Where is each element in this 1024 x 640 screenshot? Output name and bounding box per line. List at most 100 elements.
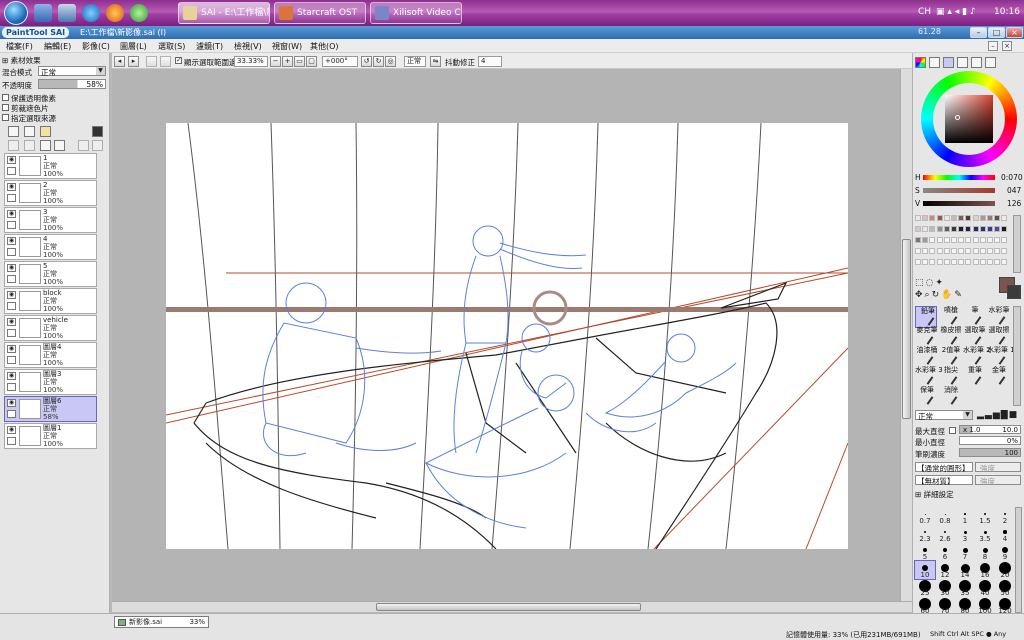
scratchpad-mode-icon[interactable]	[985, 57, 996, 68]
color-swatch[interactable]	[965, 226, 972, 232]
color-swatch[interactable]	[979, 259, 986, 265]
color-swatch[interactable]	[972, 215, 979, 221]
eye-icon[interactable]: ◉	[7, 291, 16, 299]
document-tab[interactable]: 新影像.sai 33%	[114, 616, 209, 628]
brush-size-preset[interactable]: 10	[914, 560, 936, 580]
brush-size-preset[interactable]: 4	[995, 525, 1015, 543]
brush-size-preset[interactable]: 3.5	[975, 525, 995, 543]
color-swatch[interactable]	[1001, 237, 1008, 243]
rotate-tool-icon[interactable]: ↻	[932, 290, 942, 300]
task-sai[interactable]: SAI - E:\工作檔\新...	[178, 2, 270, 24]
color-swatch[interactable]	[994, 226, 1001, 232]
tool-button[interactable]: 水彩筆	[987, 306, 1010, 328]
tool-button[interactable]: 保筆	[915, 386, 937, 408]
brush-size-preset[interactable]: 6	[935, 543, 955, 561]
rotate-reset-button[interactable]: ◎	[385, 56, 396, 67]
color-swatch[interactable]	[958, 248, 965, 254]
tool-button[interactable]: 金筆	[987, 366, 1009, 388]
tool-button[interactable]: 消除	[939, 386, 961, 408]
color-swatch[interactable]	[915, 237, 921, 243]
mixer-mode-icon[interactable]	[957, 57, 968, 68]
color-swatch[interactable]	[943, 215, 950, 221]
color-swatch[interactable]	[958, 237, 965, 243]
tool-button[interactable]: 水彩筆 2	[963, 346, 991, 368]
view-mode-select[interactable]: 正常	[404, 56, 426, 67]
color-swatch[interactable]	[929, 226, 936, 232]
color-swatch[interactable]	[979, 237, 986, 243]
swatch-scrollbar[interactable]	[1013, 215, 1021, 273]
tool-button[interactable]: 選取筆	[963, 326, 986, 348]
layer-item[interactable]: ◉ block 正常 100%	[4, 288, 97, 314]
stabilizer-select[interactable]: 4	[478, 56, 502, 67]
layer-panel-toggle-icon[interactable]	[92, 126, 103, 137]
color-wheel-mode-icon[interactable]	[915, 57, 926, 68]
color-swatch[interactable]	[951, 215, 957, 221]
new-folder-icon[interactable]	[40, 126, 51, 137]
transfer-down-icon[interactable]	[8, 140, 19, 151]
color-swatch[interactable]	[972, 237, 979, 243]
blend-mode-select[interactable]: 正常 ▼	[38, 66, 106, 77]
brush-size-preset[interactable]: 7	[955, 543, 975, 561]
color-swatch[interactable]	[915, 259, 921, 265]
tool-button[interactable]: 麥克筆	[915, 326, 938, 348]
color-swatch[interactable]	[994, 215, 1001, 221]
clock[interactable]: 10:16	[994, 7, 1020, 17]
tool-button[interactable]: 2值筆	[939, 346, 961, 368]
layer-item[interactable]: ◉ 圖層1 正常 100%	[4, 423, 97, 449]
tool-scrollbar[interactable]	[1013, 306, 1021, 406]
color-swatch[interactable]	[972, 226, 979, 232]
brush-size-preset[interactable]: 1.5	[975, 507, 995, 525]
color-swatch[interactable]	[965, 259, 972, 265]
tool-button[interactable]: 噴槍	[939, 306, 961, 328]
undo-button[interactable]: ◂	[114, 56, 125, 67]
show-selection-checkbox[interactable]: ✓	[175, 57, 182, 64]
eye-icon[interactable]: ◉	[7, 399, 16, 407]
color-swatch[interactable]	[915, 215, 921, 221]
color-swatch[interactable]	[972, 259, 979, 265]
color-swatch[interactable]	[929, 259, 936, 265]
eye-icon[interactable]: ◉	[7, 210, 16, 218]
layer-item[interactable]: ◉ 2 正常 100%	[4, 180, 97, 206]
color-swatch[interactable]	[979, 248, 986, 254]
color-swatch[interactable]	[951, 259, 957, 265]
eye-icon[interactable]: ◉	[7, 318, 16, 326]
color-swatch[interactable]	[994, 259, 1001, 265]
close-button[interactable]: ×	[1006, 27, 1023, 38]
brush-size-preset[interactable]: 12	[935, 561, 955, 579]
tool-button[interactable]: 水彩筆 3	[915, 366, 943, 388]
color-swatch[interactable]	[994, 248, 1001, 254]
layer-lock-toggle[interactable]	[7, 221, 16, 229]
layer-lock-toggle[interactable]	[7, 329, 16, 337]
color-swatch[interactable]	[987, 226, 993, 232]
tool-button[interactable]: 指尖	[939, 366, 961, 388]
vertical-scrollbar[interactable]	[900, 69, 912, 601]
tool-button[interactable]: 橡皮擦	[939, 326, 962, 348]
menu-edit[interactable]: 編輯(E)	[44, 41, 71, 52]
tool-button[interactable]: 油漆桶	[915, 346, 938, 368]
zoom-tool-icon[interactable]: ⌕	[925, 290, 932, 300]
menu-other[interactable]: 其他(O)	[310, 41, 339, 52]
zoom-field[interactable]: 33.33%	[234, 56, 268, 67]
color-swatch[interactable]	[987, 259, 993, 265]
color-swatch[interactable]	[936, 248, 943, 254]
new-linework-layer-icon[interactable]	[24, 126, 35, 137]
tool-button[interactable]: 重筆	[963, 366, 985, 388]
brush-size-preset[interactable]: 2	[995, 507, 1015, 525]
layer-item[interactable]: ◉ 圖層3 正常 100%	[4, 369, 97, 395]
color-swatch[interactable]	[922, 259, 929, 265]
brush-texture-select[interactable]: 【無材質】	[915, 475, 973, 486]
layer-lock-toggle[interactable]	[7, 275, 16, 283]
min-size-slider[interactable]: 0%	[959, 436, 1021, 445]
brush-size-preset[interactable]: 0.8	[935, 507, 955, 525]
color-swatch[interactable]	[915, 248, 921, 254]
color-swatch[interactable]	[922, 215, 929, 221]
layer-lock-toggle[interactable]	[7, 437, 16, 445]
color-swatch[interactable]	[1001, 215, 1008, 221]
eye-icon[interactable]: ◉	[7, 183, 16, 191]
brush-size-preset[interactable]: 14	[955, 561, 975, 579]
mdi-close-button[interactable]: ×	[1002, 41, 1012, 51]
value-slider[interactable]	[923, 201, 995, 206]
task-xilisoft[interactable]: Xilisoft Video Co...	[370, 2, 462, 24]
eye-icon[interactable]: ◉	[7, 156, 16, 164]
magic-wand-tool-icon[interactable]: ✦	[935, 278, 945, 288]
